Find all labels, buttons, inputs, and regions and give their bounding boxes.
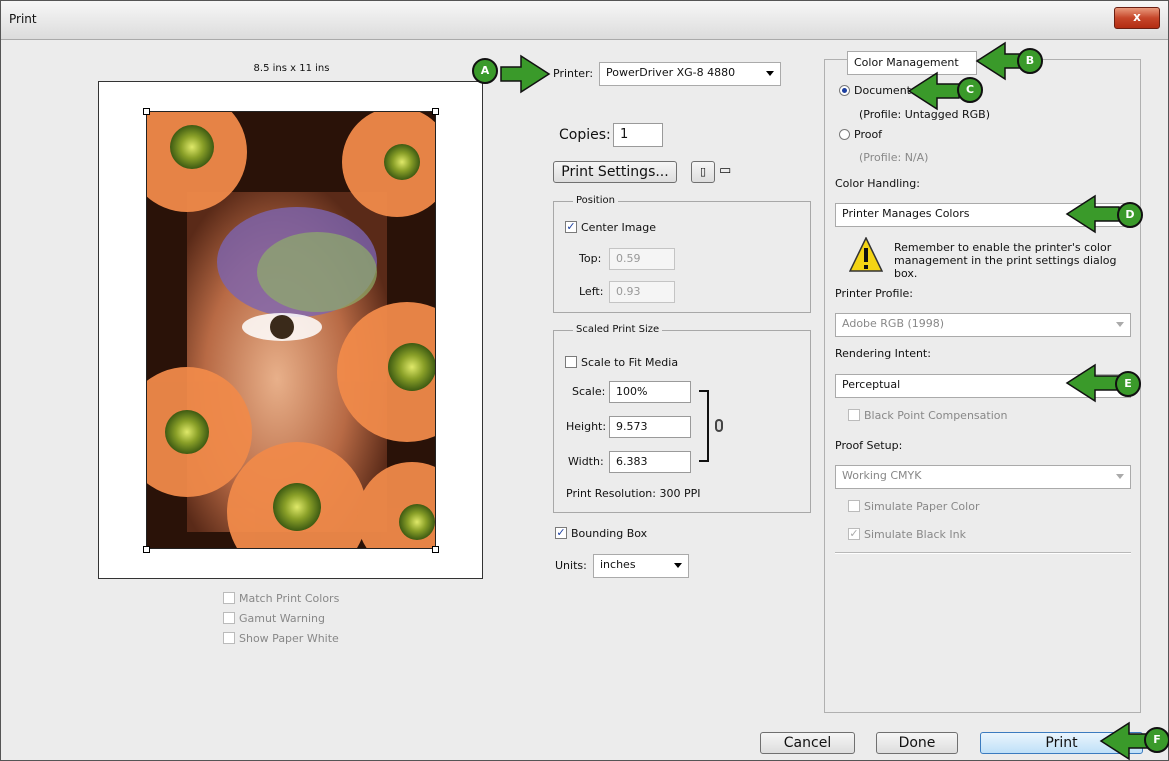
scale-to-fit-checkbox[interactable] <box>565 356 577 368</box>
match-print-colors-checkbox[interactable] <box>223 592 235 604</box>
warning-text: Remember to enable the printer's color m… <box>894 241 1117 280</box>
black-point-compensation-label: Black Point Compensation <box>864 409 1008 422</box>
callout-badge-a: A <box>472 58 498 84</box>
copies-input[interactable]: 1 <box>613 123 663 147</box>
left-input[interactable]: 0.93 <box>609 281 675 303</box>
printer-profile-select[interactable]: Adobe RGB (1998) <box>835 313 1131 337</box>
chevron-down-icon <box>674 563 682 568</box>
scale-to-fit-label: Scale to Fit Media <box>581 356 679 369</box>
cancel-button[interactable]: Cancel <box>760 732 855 754</box>
units-label: Units: <box>555 559 587 572</box>
done-button[interactable]: Done <box>876 732 958 754</box>
scale-label: Scale: <box>572 385 606 398</box>
simulate-black-ink-label: Simulate Black Ink <box>864 528 966 541</box>
proof-radio[interactable] <box>839 129 850 140</box>
show-paper-white-checkbox[interactable] <box>223 632 235 644</box>
callout-badge-f: F <box>1144 727 1169 753</box>
height-input[interactable]: 9.573 <box>609 416 691 438</box>
position-legend: Position <box>573 195 618 206</box>
window-title: Print <box>9 12 37 26</box>
simulate-paper-color-checkbox[interactable] <box>848 500 860 512</box>
printer-profile-label: Printer Profile: <box>835 287 913 300</box>
gamut-warning-checkbox[interactable] <box>223 612 235 624</box>
printer-value: PowerDriver XG-8 4880 <box>606 66 736 79</box>
constrain-bracket <box>699 390 709 462</box>
callout-badge-d: D <box>1117 202 1143 228</box>
flower-photo <box>147 112 435 548</box>
simulate-paper-color-label: Simulate Paper Color <box>864 500 980 513</box>
units-value: inches <box>600 558 636 571</box>
document-label: Document <box>854 84 911 97</box>
bounding-box-checkbox[interactable]: ✓ <box>555 527 567 539</box>
callout-arrow-d <box>1065 194 1120 234</box>
scaled-print-size-legend: Scaled Print Size <box>573 324 663 335</box>
callout-badge-e: E <box>1115 371 1141 397</box>
color-handling-value: Printer Manages Colors <box>842 207 970 220</box>
preview-image[interactable] <box>146 111 436 549</box>
document-profile: (Profile: Untagged RGB) <box>859 108 990 121</box>
copies-label: Copies: <box>559 127 611 143</box>
rendering-intent-label: Rendering Intent: <box>835 347 931 360</box>
width-label: Width: <box>568 455 604 468</box>
title-bar: Print x <box>1 1 1168 40</box>
height-label: Height: <box>566 420 607 433</box>
proof-setup-select[interactable]: Working CMYK <box>835 465 1131 489</box>
printer-profile-value: Adobe RGB (1998) <box>842 317 945 330</box>
callout-arrow-c <box>907 71 960 111</box>
top-input[interactable]: 0.59 <box>609 248 675 270</box>
scale-input[interactable]: 100% <box>609 381 691 403</box>
resize-handle-br[interactable] <box>432 546 439 553</box>
simulate-black-ink-checkbox[interactable]: ✓ <box>848 528 860 540</box>
print-settings-button[interactable]: Print Settings... <box>553 161 677 183</box>
proof-label: Proof <box>854 128 883 141</box>
chevron-down-icon <box>1116 474 1124 479</box>
gamut-warning-label: Gamut Warning <box>239 612 325 625</box>
divider <box>835 552 1131 554</box>
resize-handle-tl[interactable] <box>143 108 150 115</box>
center-image-checkbox[interactable]: ✓ <box>565 221 577 233</box>
printer-label: Printer: <box>553 67 594 80</box>
color-management-section-select[interactable]: Color Management <box>847 51 977 75</box>
portrait-orientation-icon[interactable]: ▯ <box>691 161 715 183</box>
width-input[interactable]: 6.383 <box>609 451 691 473</box>
document-radio[interactable] <box>839 85 850 96</box>
show-paper-white-label: Show Paper White <box>239 632 339 645</box>
color-management-title: Color Management <box>854 56 959 69</box>
proof-setup-label: Proof Setup: <box>835 439 903 452</box>
chevron-down-icon <box>1116 322 1124 327</box>
units-select[interactable]: inches <box>593 554 689 578</box>
top-label: Top: <box>579 252 602 265</box>
printer-select[interactable]: PowerDriver XG-8 4880 <box>599 62 781 86</box>
resize-handle-bl[interactable] <box>143 546 150 553</box>
resize-handle-tr[interactable] <box>432 108 439 115</box>
color-handling-label: Color Handling: <box>835 177 920 190</box>
chain-link-icon[interactable] <box>715 419 723 432</box>
landscape-orientation-icon[interactable]: ▭ <box>719 163 731 178</box>
close-button[interactable]: x <box>1114 7 1160 29</box>
callout-arrow-e <box>1065 363 1120 403</box>
chevron-down-icon <box>766 71 774 76</box>
center-image-label: Center Image <box>581 221 656 234</box>
black-point-compensation-checkbox[interactable] <box>848 409 860 421</box>
left-label: Left: <box>579 285 604 298</box>
callout-arrow-a <box>500 54 551 94</box>
rendering-intent-value: Perceptual <box>842 378 901 391</box>
match-print-colors-label: Match Print Colors <box>239 592 340 605</box>
proof-setup-value: Working CMYK <box>842 469 922 482</box>
proof-profile: (Profile: N/A) <box>859 151 929 164</box>
callout-arrow-f <box>1099 721 1150 761</box>
bounding-box-label: Bounding Box <box>571 527 648 540</box>
callout-badge-b: B <box>1017 48 1043 74</box>
print-resolution: Print Resolution: 300 PPI <box>566 487 701 500</box>
callout-badge-c: C <box>957 77 983 103</box>
warning-icon <box>848 236 884 276</box>
print-dialog: Print x 8.5 ins x 11 ins Match Print Col… <box>0 0 1169 761</box>
paper-size-label: 8.5 ins x 11 ins <box>253 63 330 74</box>
